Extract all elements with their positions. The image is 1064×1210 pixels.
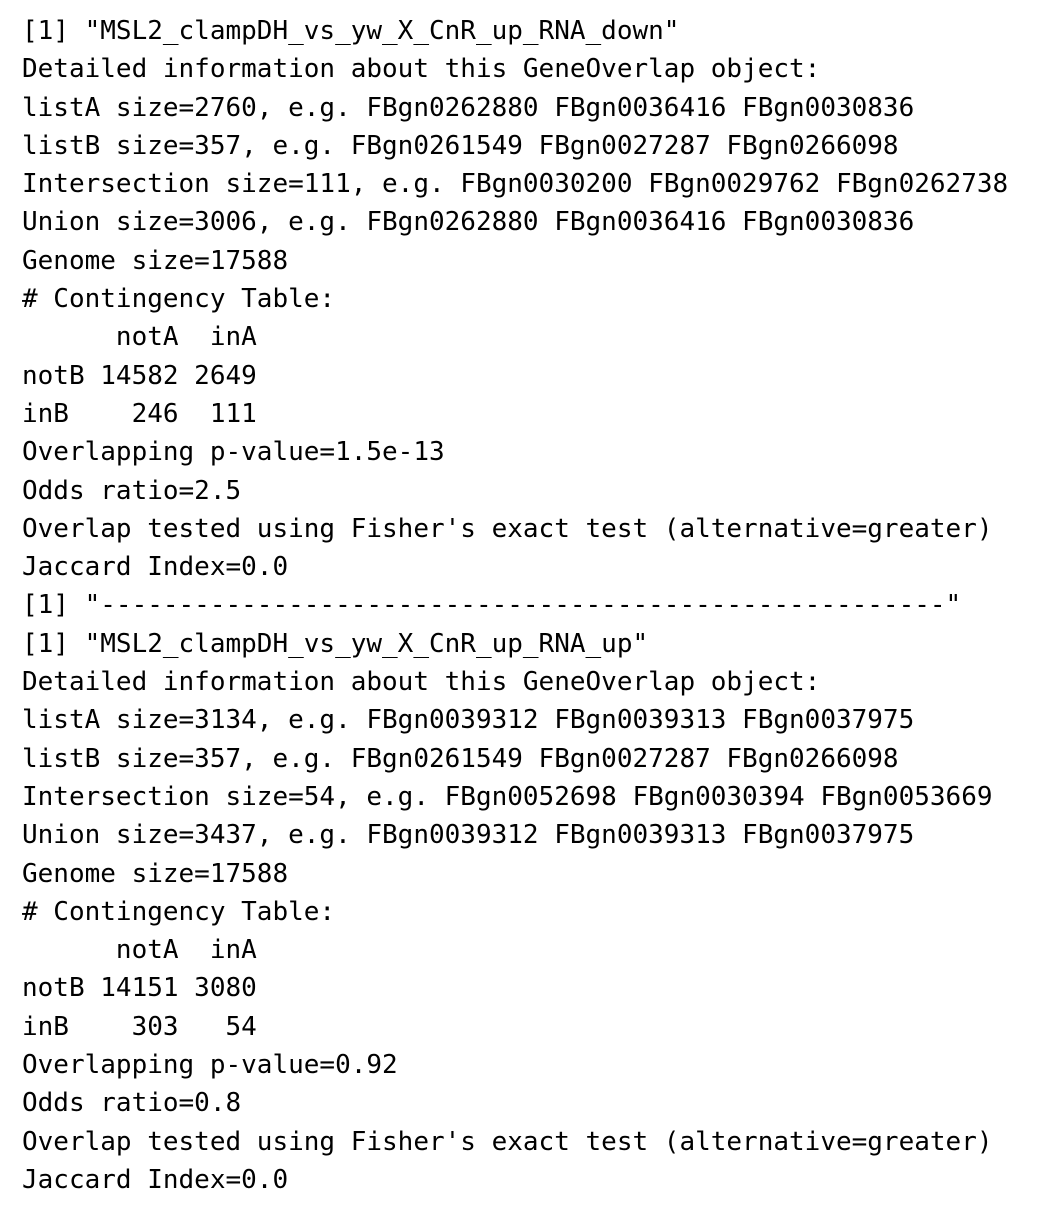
output-line-contingency-notB: notB 14582 2649 [22,360,257,391]
output-line-intersection: Intersection size=54, e.g. FBgn0052698 F… [22,781,993,812]
output-line-listB: listB size=357, e.g. FBgn0261549 FBgn002… [22,743,899,774]
output-line-intersection: Intersection size=111, e.g. FBgn0030200 … [22,169,1009,200]
output-line-contingency-inB: inB 246 111 [22,398,257,429]
output-line-separator: [1] "-----------------------------------… [22,590,962,621]
output-line-test-method: Overlap tested using Fisher's exact test… [22,513,993,544]
output-line-contingency-columns: notA inA [22,935,257,966]
console-output: [1] "MSL2_clampDH_vs_yw_X_CnR_up_RNA_dow… [0,0,1064,1210]
output-line-test-method: Overlap tested using Fisher's exact test… [22,1126,993,1157]
output-line-genome-size: Genome size=17588 [22,858,289,889]
output-line-jaccard: Jaccard Index=0.0 [22,1164,289,1195]
output-line-listB: listB size=357, e.g. FBgn0261549 FBgn002… [22,130,899,161]
output-line-p-value: Overlapping p-value=1.5e-13 [22,437,445,468]
output-line-odds-ratio: Odds ratio=0.8 [22,1088,242,1119]
output-line-print-title: [1] "MSL2_clampDH_vs_yw_X_CnR_up_RNA_dow… [22,16,680,46]
output-line-contingency-columns: notA inA [22,322,257,353]
output-line-print-title: [1] "MSL2_clampDH_vs_yw_X_CnR_up_RNA_up" [22,628,649,659]
output-line-odds-ratio: Odds ratio=2.5 [22,475,242,506]
output-line-info-header: Detailed information about this GeneOver… [22,667,821,698]
output-line-p-value: Overlapping p-value=0.92 [22,1050,398,1081]
output-line-genome-size: Genome size=17588 [22,245,289,276]
output-line-union: Union size=3437, e.g. FBgn0039312 FBgn00… [22,820,915,851]
output-line-union: Union size=3006, e.g. FBgn0262880 FBgn00… [22,207,915,238]
output-line-contingency-inB: inB 303 54 [22,1011,257,1042]
output-line-listA: listA size=2760, e.g. FBgn0262880 FBgn00… [22,92,915,123]
output-line-contingency-notB: notB 14151 3080 [22,973,257,1004]
output-line-jaccard: Jaccard Index=0.0 [22,552,289,583]
output-line-info-header: Detailed information about this GeneOver… [22,54,821,85]
output-line-contingency-header: # Contingency Table: [22,284,336,315]
output-line-contingency-header: # Contingency Table: [22,896,336,927]
output-line-listA: listA size=3134, e.g. FBgn0039312 FBgn00… [22,705,915,736]
